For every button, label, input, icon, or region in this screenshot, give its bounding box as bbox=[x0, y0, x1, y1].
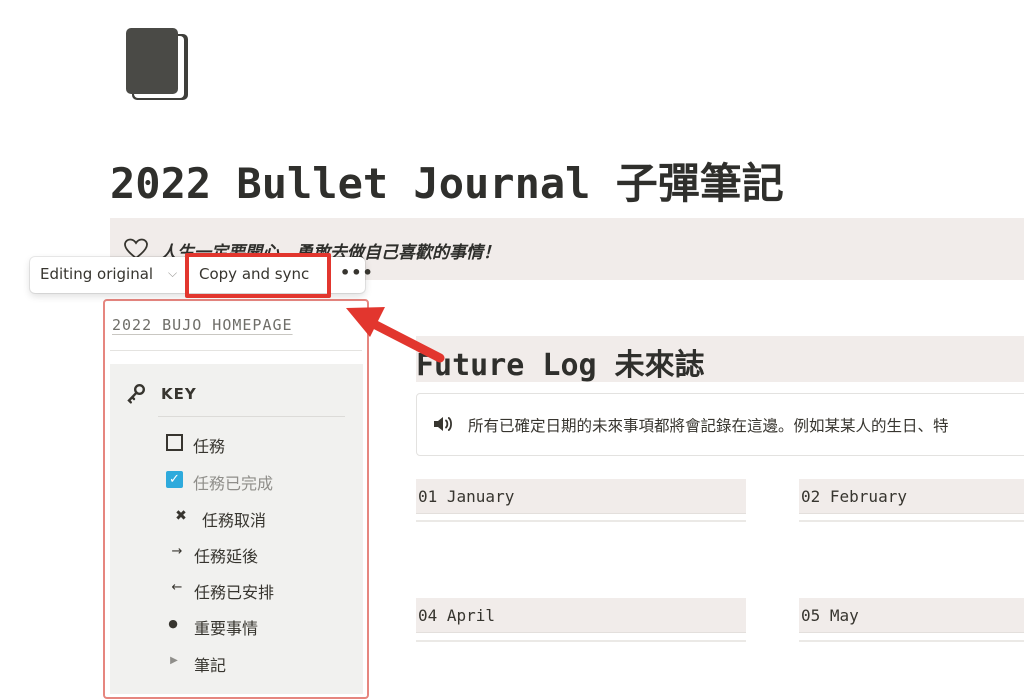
arrow-left-icon: ← bbox=[171, 580, 183, 595]
red-arrow-icon bbox=[346, 307, 445, 363]
divider bbox=[110, 350, 362, 351]
triangle-right-icon: ▶ bbox=[170, 655, 178, 666]
legend-label: 任務已安排 bbox=[194, 583, 275, 602]
editing-original-dropdown[interactable]: Editing original bbox=[40, 265, 153, 283]
future-log-title[interactable]: Future Log 未來誌 bbox=[416, 340, 705, 384]
page-title[interactable]: 2022 Bullet Journal 子彈筆記 bbox=[110, 150, 784, 211]
divider bbox=[416, 520, 746, 522]
highlight-box bbox=[185, 253, 331, 298]
chevron-down-icon[interactable]: ⌵ bbox=[168, 266, 177, 281]
key-title: KEY bbox=[161, 385, 197, 403]
legend-label: 任務已完成 bbox=[193, 474, 274, 493]
divider bbox=[799, 520, 1024, 522]
month-label: 01 January bbox=[418, 487, 515, 506]
more-options-icon[interactable]: ••• bbox=[340, 263, 374, 282]
arrow-right-icon: → bbox=[171, 544, 183, 559]
month-label: 02 February bbox=[801, 487, 907, 506]
checkbox-checked-icon[interactable]: ✓ bbox=[166, 471, 183, 488]
legend-label: 任務延後 bbox=[194, 547, 259, 566]
future-log-callout-text: 所有已確定日期的未來事項都將會記錄在這邊。例如某某人的生日、特 bbox=[468, 417, 949, 435]
checkbox-empty-icon[interactable] bbox=[166, 434, 183, 451]
month-label: 04 April bbox=[418, 606, 496, 625]
month-label: 05 May bbox=[801, 606, 859, 625]
key-underline bbox=[158, 416, 345, 417]
homepage-link[interactable]: 2022 BUJO HOMEPAGE bbox=[112, 316, 293, 334]
legend-label: 任務取消 bbox=[202, 511, 267, 530]
divider bbox=[416, 640, 746, 642]
legend-label: 重要事情 bbox=[194, 619, 259, 638]
bullet-icon: ● bbox=[168, 617, 178, 630]
key-icon bbox=[127, 384, 145, 404]
legend-label: 任務 bbox=[193, 437, 226, 456]
speaker-icon bbox=[434, 417, 452, 431]
divider bbox=[799, 640, 1024, 642]
closed-book-icon[interactable] bbox=[124, 26, 190, 102]
cross-icon: ✖ bbox=[175, 508, 187, 524]
legend-label: 筆記 bbox=[194, 656, 227, 675]
